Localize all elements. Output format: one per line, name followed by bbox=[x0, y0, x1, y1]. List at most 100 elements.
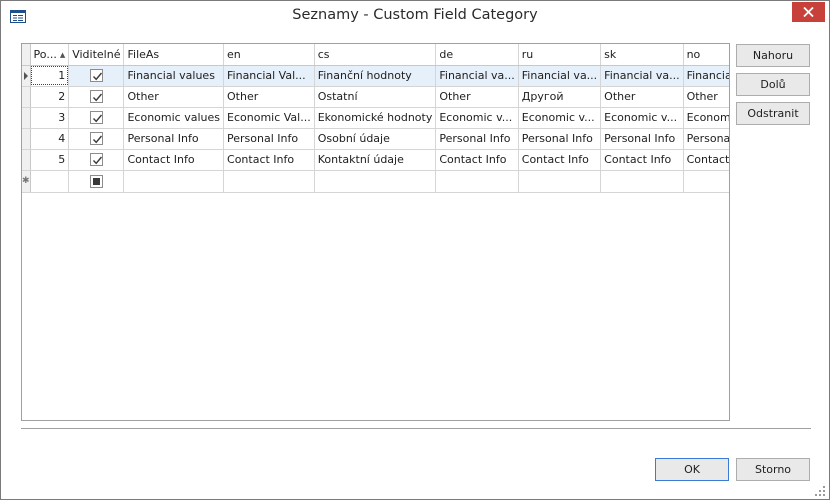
cell-order[interactable]: 1 bbox=[30, 65, 70, 87]
column-header-sk[interactable]: sk bbox=[600, 44, 684, 66]
cell-order[interactable]: 3 bbox=[30, 107, 70, 129]
cell-sk[interactable]: Other bbox=[600, 86, 684, 108]
column-header-visible[interactable]: Viditelné bbox=[68, 44, 125, 66]
cell-en[interactable]: Financial Val... bbox=[223, 65, 315, 87]
remove-button[interactable]: Odstranit bbox=[736, 102, 810, 125]
column-header-label: cs bbox=[317, 47, 330, 61]
close-icon bbox=[803, 7, 814, 17]
visible-checkbox[interactable] bbox=[89, 132, 103, 146]
table-row[interactable]: 3 Economic values Economic Val... Ekonomick… bbox=[22, 107, 729, 129]
visible-checkbox[interactable] bbox=[89, 153, 103, 167]
cell-order[interactable]: 5 bbox=[30, 149, 70, 171]
cell-de[interactable] bbox=[435, 170, 519, 193]
cell-fileas[interactable]: Financial values bbox=[123, 65, 225, 87]
cell-en[interactable] bbox=[223, 170, 315, 193]
cell-order[interactable]: 4 bbox=[30, 128, 70, 150]
cell-sk[interactable]: Contact Info bbox=[600, 149, 684, 171]
cell-no[interactable]: Economic values bbox=[683, 107, 729, 129]
check-icon bbox=[92, 156, 102, 165]
column-header-en[interactable]: en bbox=[223, 44, 315, 66]
check-icon bbox=[92, 72, 102, 81]
grid-table: Po... ▲ Viditelné FileAs en cs de ru sk n… bbox=[22, 44, 729, 193]
cell-sk[interactable]: Financial va... bbox=[600, 65, 684, 87]
cell-en[interactable]: Other bbox=[223, 86, 315, 108]
cell-de[interactable]: Personal Info bbox=[435, 128, 519, 150]
cell-ru[interactable]: Другой bbox=[518, 86, 602, 108]
cell-ru[interactable]: Financial va... bbox=[518, 65, 602, 87]
check-icon bbox=[92, 93, 102, 102]
table-row[interactable]: 4 Personal Info Personal Info Osobní údaje P… bbox=[22, 128, 729, 150]
cell-no[interactable]: Other bbox=[683, 86, 729, 108]
row-header[interactable] bbox=[22, 128, 31, 150]
cell-order[interactable]: 2 bbox=[30, 86, 70, 108]
close-button[interactable] bbox=[792, 2, 825, 22]
cell-visible[interactable] bbox=[68, 65, 125, 87]
ok-button[interactable]: OK bbox=[655, 458, 729, 481]
visible-checkbox[interactable] bbox=[89, 90, 103, 104]
row-pointer-icon bbox=[23, 71, 28, 80]
cell-cs[interactable]: Osobní údaje bbox=[314, 128, 437, 150]
cell-de[interactable]: Other bbox=[435, 86, 519, 108]
cell-cs[interactable]: Ekonomické hodnoty bbox=[314, 107, 437, 129]
cell-no[interactable]: Contact Info bbox=[683, 149, 729, 171]
cell-fileas[interactable]: Economic values bbox=[123, 107, 225, 129]
cell-visible[interactable] bbox=[68, 149, 125, 171]
column-header-de[interactable]: de bbox=[435, 44, 519, 66]
cell-fileas[interactable]: Contact Info bbox=[123, 149, 225, 171]
cell-visible[interactable] bbox=[68, 86, 125, 108]
cell-ru[interactable] bbox=[518, 170, 602, 193]
cell-visible[interactable] bbox=[68, 107, 125, 129]
cancel-button[interactable]: Storno bbox=[736, 458, 810, 481]
column-header-ru[interactable]: ru bbox=[518, 44, 602, 66]
cell-de[interactable]: Economic v... bbox=[435, 107, 519, 129]
table-row[interactable]: 1 Financial values Financial Val... Finančn… bbox=[22, 65, 729, 87]
row-header[interactable] bbox=[22, 149, 31, 171]
cell-ru[interactable]: Personal Info bbox=[518, 128, 602, 150]
cell-no[interactable]: Financial values bbox=[683, 65, 729, 87]
row-header[interactable] bbox=[22, 107, 31, 129]
cell-visible[interactable] bbox=[68, 128, 125, 150]
cell-cs[interactable]: Kontaktní údaje bbox=[314, 149, 437, 171]
cell-cs[interactable] bbox=[314, 170, 437, 193]
cell-sk[interactable]: Economic v... bbox=[600, 107, 684, 129]
cell-fileas[interactable] bbox=[123, 170, 225, 193]
row-header[interactable] bbox=[22, 65, 31, 87]
move-up-button[interactable]: Nahoru bbox=[736, 44, 810, 67]
cell-order[interactable] bbox=[30, 170, 70, 193]
table-row[interactable]: 5 Contact Info Contact Info Kontaktní údaje… bbox=[22, 149, 729, 171]
cell-ru[interactable]: Economic v... bbox=[518, 107, 602, 129]
cell-fileas[interactable]: Other bbox=[123, 86, 225, 108]
cell-sk[interactable]: Personal Info bbox=[600, 128, 684, 150]
visible-checkbox[interactable] bbox=[89, 111, 103, 125]
list-grid[interactable]: Po... ▲ Viditelné FileAs en cs de ru sk n… bbox=[21, 43, 730, 421]
cell-no[interactable]: Personal Info bbox=[683, 128, 729, 150]
column-header-cs[interactable]: cs bbox=[314, 44, 437, 66]
table-row[interactable]: 2 Other Other Ostatní Other Другой Other Other bbox=[22, 86, 729, 108]
cell-en[interactable]: Economic Val... bbox=[223, 107, 315, 129]
cell-no[interactable] bbox=[683, 170, 729, 193]
cell-en[interactable]: Contact Info bbox=[223, 149, 315, 171]
row-header[interactable] bbox=[22, 86, 31, 108]
cell-de[interactable]: Contact Info bbox=[435, 149, 519, 171]
new-row[interactable]: ✱ bbox=[22, 170, 729, 193]
column-header-no[interactable]: no bbox=[683, 44, 729, 66]
column-header-label: Viditelné bbox=[72, 47, 121, 61]
cell-ru[interactable]: Contact Info bbox=[518, 149, 602, 171]
column-header-label: FileAs bbox=[127, 47, 160, 61]
visible-checkbox[interactable] bbox=[89, 174, 103, 188]
column-header-fileas[interactable]: FileAs bbox=[123, 44, 225, 66]
title-bar: Seznamy - Custom Field Category bbox=[1, 1, 829, 32]
cell-fileas[interactable]: Personal Info bbox=[123, 128, 225, 150]
row-header[interactable]: ✱ bbox=[22, 170, 31, 193]
cell-visible[interactable] bbox=[68, 170, 125, 193]
cell-sk[interactable] bbox=[600, 170, 684, 193]
cell-cs[interactable]: Ostatní bbox=[314, 86, 437, 108]
cell-de[interactable]: Financial va... bbox=[435, 65, 519, 87]
column-header-label: en bbox=[227, 47, 241, 61]
cell-cs[interactable]: Finanční hodnoty bbox=[314, 65, 437, 87]
cell-en[interactable]: Personal Info bbox=[223, 128, 315, 150]
visible-checkbox[interactable] bbox=[89, 69, 103, 83]
move-down-button[interactable]: Dolů bbox=[736, 73, 810, 96]
resize-grip-icon[interactable] bbox=[814, 485, 826, 497]
column-header-order[interactable]: Po... ▲ bbox=[30, 44, 70, 66]
